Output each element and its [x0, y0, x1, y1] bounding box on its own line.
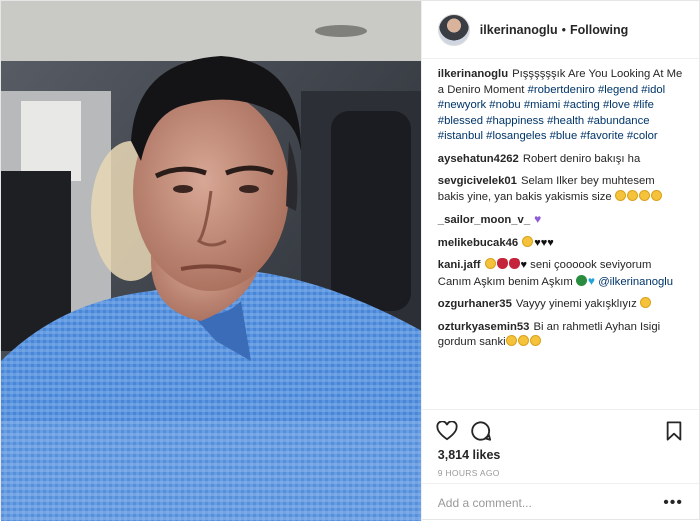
action-bar [421, 409, 699, 445]
comment-text: Robert deniro bakışı ha [522, 152, 641, 165]
post-sidebar: ilkerinanoglu • Following ilkerinanoglu P… [420, 1, 699, 521]
comment: sevgicivelek01 Selam Ilker bey muhtesem b… [438, 174, 683, 205]
hashtag[interactable]: #abundance [587, 115, 649, 127]
hashtag[interactable]: #health [547, 115, 584, 127]
following-button[interactable]: Following [570, 23, 628, 37]
black-heart-icon: ♥♥♥ [534, 236, 554, 249]
green-emoji-icon [575, 274, 587, 286]
smile-emoji-icon [517, 335, 529, 346]
heart-eyes-emoji-icon [522, 235, 534, 247]
likes-count[interactable]: 3,814 likes [422, 445, 699, 465]
hashtag[interactable]: #legend [598, 84, 638, 96]
comment-username[interactable]: melikebucak46 [438, 237, 518, 249]
comment: _sailor_moon_v_ ♥ [438, 212, 683, 229]
hashtag[interactable]: #robertdeniro [528, 84, 595, 96]
black-heart-icon: ♥ [520, 259, 528, 271]
comment: kani.jaff ♥ seni çoooook seviyorum Canım … [438, 258, 683, 290]
header-username[interactable]: ilkerinanoglu [480, 23, 558, 37]
caption-username[interactable]: ilkerinanoglu [438, 68, 508, 80]
comment: ozturkyasemin53 Bi an rahmetli Ayhan Isig… [438, 320, 683, 351]
header-separator: • [561, 22, 566, 37]
hashtag[interactable]: #acting [563, 99, 599, 111]
comment-username[interactable]: ozturkyasemin53 [438, 321, 530, 333]
hashtag[interactable]: #idol [641, 84, 665, 96]
hashtag[interactable]: #happiness [486, 115, 544, 127]
caption: ilkerinanoglu Pışşşşşşık Are You Looking … [438, 67, 683, 145]
like-button[interactable] [434, 418, 460, 444]
clap-emoji-icon [638, 189, 650, 201]
emoji-icon [484, 258, 496, 269]
add-comment-input[interactable]: Add a comment... [438, 496, 532, 510]
comment-username[interactable]: sevgicivelek01 [438, 175, 517, 187]
hashtag[interactable]: #nobu [489, 99, 520, 111]
add-comment-bar: Add a comment... ••• [421, 483, 699, 521]
hashtag[interactable]: #favorite [580, 130, 623, 142]
post-timestamp[interactable]: 9 HOURS AGO [422, 465, 699, 483]
clap-emoji-icon [614, 189, 626, 201]
avatar[interactable] [437, 13, 470, 46]
smile-emoji-icon [639, 297, 651, 308]
comment: aysehatun4262 Robert deniro bakışı ha [438, 152, 683, 168]
post-photo[interactable] [1, 1, 421, 521]
post-card: ilkerinanoglu • Following ilkerinanoglu P… [0, 0, 700, 521]
bookmark-icon [666, 420, 682, 441]
comment-username[interactable]: _sailor_moon_v_ [438, 214, 530, 226]
blue-heart-icon: ♥ [587, 273, 596, 288]
hashtag[interactable]: #life [633, 99, 654, 111]
comment: ozgurhaner35 Vayyy yinemi yakışklıyız [438, 297, 683, 313]
lips-emoji-icon [508, 258, 520, 269]
comment-username[interactable]: kani.jaff [438, 259, 481, 271]
post-header: ilkerinanoglu • Following [421, 1, 699, 59]
smile-emoji-icon [505, 335, 517, 346]
more-options-icon[interactable]: ••• [663, 494, 683, 512]
hashtag[interactable]: #newyork [438, 99, 486, 111]
comments-list: ilkerinanoglu Pışşşşşşık Are You Looking … [422, 59, 699, 409]
smile-emoji-icon [529, 335, 541, 346]
comment: melikebucak46 ♥♥♥ [438, 235, 683, 252]
hashtag[interactable]: #color [627, 130, 658, 142]
hashtag[interactable]: #istanbul [438, 130, 483, 142]
hashtag[interactable]: #blue [550, 130, 578, 142]
comment-text: Vayyy yinemi yakışklıyız [515, 298, 637, 310]
comment-icon [471, 420, 491, 441]
comment-button[interactable] [468, 418, 494, 444]
hashtag[interactable]: #blessed [438, 115, 483, 127]
save-button[interactable] [661, 418, 687, 444]
mention-link[interactable]: @ilkerinanoglu [598, 276, 673, 288]
clap-emoji-icon [650, 189, 662, 201]
heart-icon [436, 420, 458, 440]
rose-emoji-icon [496, 258, 508, 269]
hashtag[interactable]: #love [603, 99, 630, 111]
comment-username[interactable]: ozgurhaner35 [438, 298, 512, 310]
hashtag[interactable]: #losangeles [486, 130, 546, 142]
purple-heart-icon: ♥ [534, 212, 542, 226]
clap-emoji-icon [626, 189, 638, 201]
comment-username[interactable]: aysehatun4262 [438, 153, 519, 165]
selfie-image [1, 1, 421, 521]
hashtag[interactable]: #miami [524, 99, 560, 111]
